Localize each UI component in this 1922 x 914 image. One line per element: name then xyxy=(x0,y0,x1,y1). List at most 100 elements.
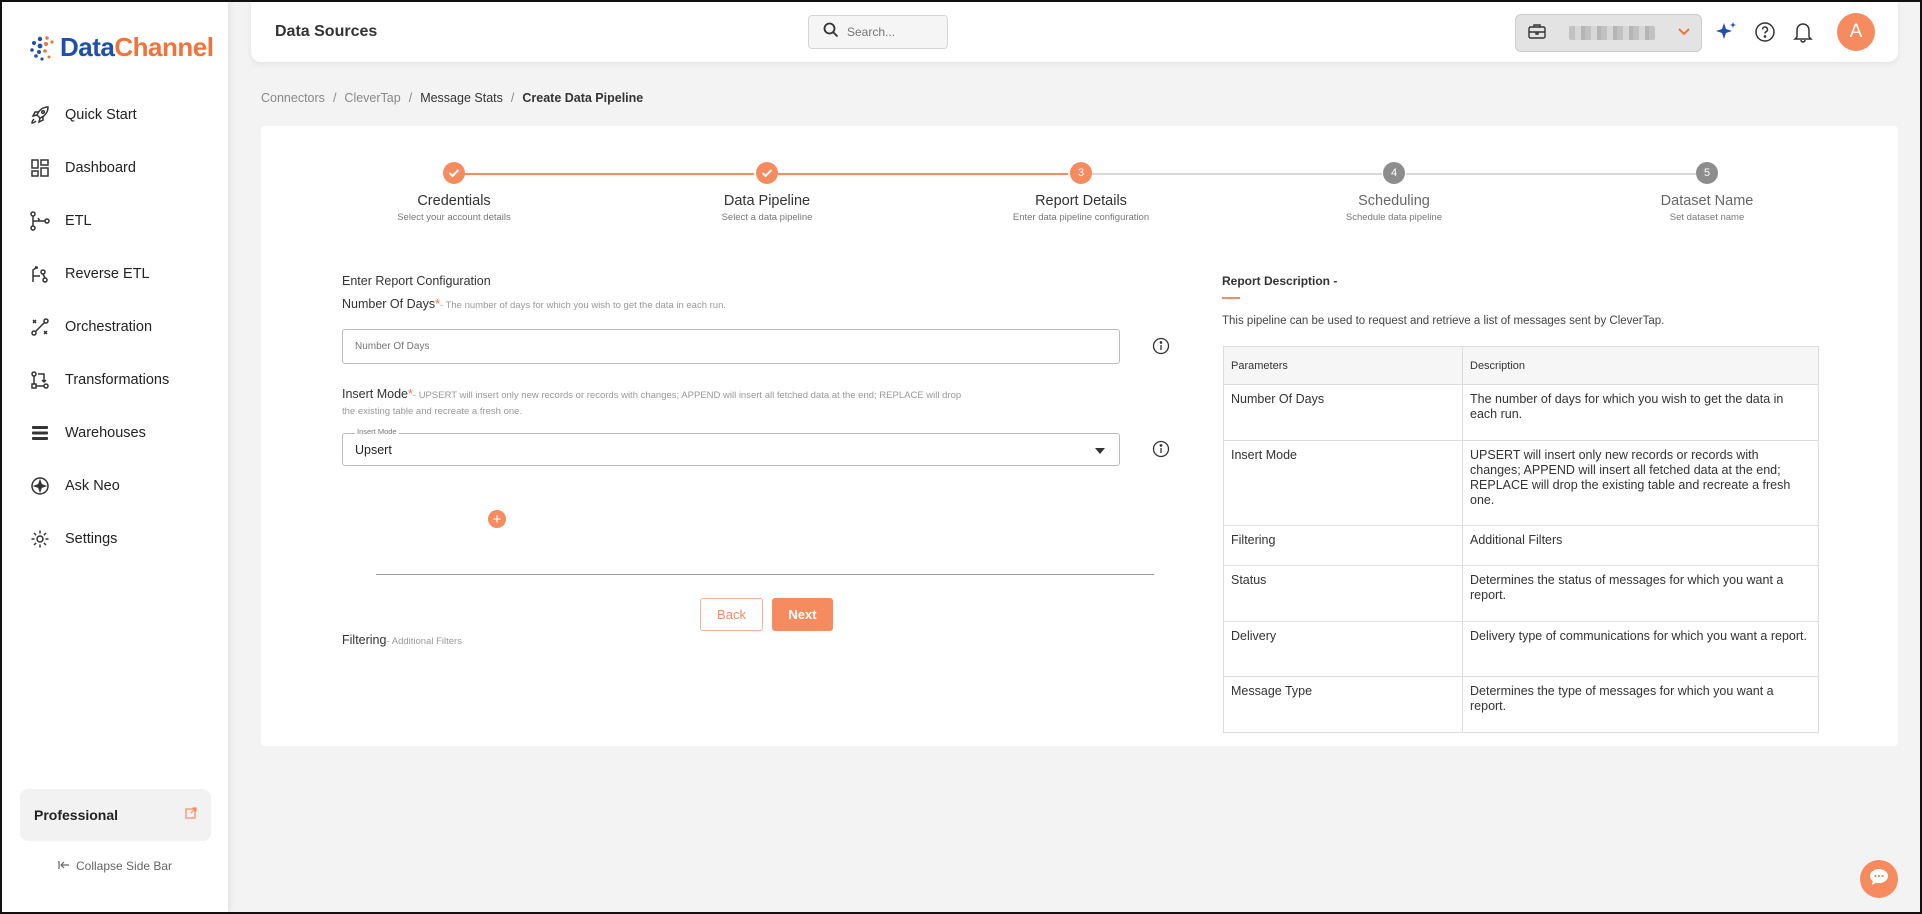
rocket-icon xyxy=(29,104,51,126)
organization-name-redacted xyxy=(1568,26,1655,40)
back-button[interactable]: Back xyxy=(700,598,763,631)
sidebar-item-warehouses[interactable]: Warehouses xyxy=(2,406,228,459)
ai-sparkle-icon[interactable] xyxy=(1714,20,1738,44)
sidebar-item-dashboard[interactable]: Dashboard xyxy=(2,141,228,194)
breadcrumb-clevertap[interactable]: CleverTap xyxy=(344,91,400,105)
report-description: Report Description - This pipeline can b… xyxy=(1222,274,1819,733)
organization-select[interactable] xyxy=(1515,14,1702,52)
param-name: Delivery xyxy=(1223,621,1463,677)
breadcrumb-separator: / xyxy=(510,91,515,105)
step-subtitle: Select a data pipeline xyxy=(721,212,813,223)
step-subtitle: Select your account details xyxy=(397,212,511,223)
step-scheduling: 4 Scheduling Schedule data pipeline xyxy=(1294,162,1494,223)
user-avatar[interactable]: A xyxy=(1837,13,1875,51)
next-button[interactable]: Next xyxy=(772,598,833,631)
step-title: Dataset Name xyxy=(1660,193,1754,209)
sidebar-item-etl[interactable]: ETL xyxy=(2,194,228,247)
bell-icon[interactable] xyxy=(1791,20,1815,44)
sidebar-item-label: Dashboard xyxy=(65,159,136,176)
transformations-icon xyxy=(29,369,51,391)
insert-mode-legend: Insert Mode xyxy=(355,427,399,436)
search-box[interactable] xyxy=(808,15,948,49)
column-header: Parameters xyxy=(1223,346,1463,385)
help-icon[interactable] xyxy=(1753,20,1777,44)
warehouses-icon xyxy=(29,422,51,444)
gear-icon xyxy=(29,528,51,550)
sidebar-item-settings[interactable]: Settings xyxy=(2,512,228,565)
param-description: Determines the type of messages for whic… xyxy=(1462,676,1819,733)
filtering-label: Filtering- Additional Filters xyxy=(342,633,462,647)
sidebar-item-label: Settings xyxy=(65,530,118,547)
breadcrumb-current: Create Data Pipeline xyxy=(522,91,644,105)
collapse-arrow-icon xyxy=(58,859,70,873)
sidebar-item-reverse-etl[interactable]: Reverse ETL xyxy=(2,247,228,300)
report-description-text: This pipeline can be used to request and… xyxy=(1222,315,1665,327)
check-icon xyxy=(443,162,465,184)
param-name: Message Type xyxy=(1223,676,1463,733)
sidebar-item-label: Ask Neo xyxy=(65,477,120,494)
brand-name: DataChannel xyxy=(60,32,214,62)
sidebar-item-ask-neo[interactable]: Ask Neo xyxy=(2,459,228,512)
step-dataset-name: 5 Dataset Name Set dataset name xyxy=(1607,162,1807,223)
column-header: Description xyxy=(1462,346,1819,385)
orchestration-icon xyxy=(29,316,51,338)
sidebar-item-label: ETL xyxy=(65,212,92,229)
dashboard-icon xyxy=(29,157,51,179)
sidebar: DataChannel Quick Start Dashboard ETL Re… xyxy=(2,2,228,912)
sidebar-item-quick-start[interactable]: Quick Start xyxy=(2,88,228,141)
breadcrumb-separator: / xyxy=(408,91,413,105)
step-data-pipeline: Data Pipeline Select a data pipeline xyxy=(667,162,867,223)
param-name: Insert Mode xyxy=(1223,440,1463,526)
param-name: Number Of Days xyxy=(1223,384,1463,441)
external-link-icon[interactable] xyxy=(185,806,197,824)
insert-mode-label: Insert Mode*- UPSERT will insert only ne… xyxy=(342,387,962,417)
param-description: Determines the status of messages for wh… xyxy=(1462,565,1819,622)
breadcrumb-separator: / xyxy=(332,91,337,105)
breadcrumb-connectors[interactable]: Connectors xyxy=(261,91,325,105)
step-credentials: Credentials Select your account details xyxy=(354,162,554,223)
step-title: Scheduling xyxy=(1358,193,1430,209)
breadcrumb-message-stats[interactable]: Message Stats xyxy=(420,91,503,105)
param-name: Filtering xyxy=(1223,525,1463,566)
sidebar-item-transformations[interactable]: Transformations xyxy=(2,353,228,406)
number-of-days-field[interactable] xyxy=(342,329,1120,364)
info-icon[interactable] xyxy=(1151,439,1171,459)
sidebar-item-label: Quick Start xyxy=(65,106,137,123)
step-title: Credentials xyxy=(417,193,491,209)
insert-mode-select[interactable]: Insert Mode Upsert xyxy=(342,427,1120,466)
top-header: Data Sources A xyxy=(251,2,1898,62)
table-row: Insert Mode UPSERT will insert only new … xyxy=(1223,440,1819,526)
chevron-down-icon xyxy=(1677,24,1691,42)
step-number: 5 xyxy=(1696,162,1718,184)
brand-logo[interactable]: DataChannel xyxy=(28,32,214,63)
param-description: Delivery type of communications for whic… xyxy=(1462,621,1819,677)
plan-box[interactable]: Professional xyxy=(20,789,211,841)
step-subtitle: Set dataset name xyxy=(1669,212,1745,223)
collapse-sidebar-button[interactable]: Collapse Side Bar xyxy=(58,859,172,873)
step-subtitle: Enter data pipeline configuration xyxy=(1012,212,1150,223)
dropdown-arrow-icon xyxy=(1095,443,1105,457)
collapse-label: Collapse Side Bar xyxy=(76,859,173,873)
param-name: Status xyxy=(1223,565,1463,622)
datachannel-logo-icon xyxy=(28,33,58,63)
number-of-days-label: Number Of Days*- The number of days for … xyxy=(342,297,727,311)
sidebar-item-label: Reverse ETL xyxy=(65,265,150,282)
table-row: Message Type Determines the type of mess… xyxy=(1223,676,1819,733)
param-description: The number of days for which you wish to… xyxy=(1462,384,1819,441)
reverse-etl-icon xyxy=(29,263,51,285)
param-description: Additional Filters xyxy=(1462,525,1819,566)
report-description-title: Report Description - xyxy=(1222,274,1338,288)
add-filter-button[interactable]: + xyxy=(488,510,506,528)
sidebar-item-label: Orchestration xyxy=(65,318,153,335)
info-icon[interactable] xyxy=(1151,336,1171,356)
sidebar-item-orchestration[interactable]: Orchestration xyxy=(2,300,228,353)
number-of-days-input[interactable] xyxy=(355,341,1119,352)
table-row: Delivery Delivery type of communications… xyxy=(1223,621,1819,677)
step-title: Report Details xyxy=(1035,193,1127,209)
form-section-title: Enter Report Configuration xyxy=(342,274,491,288)
chat-support-button[interactable] xyxy=(1860,860,1898,898)
insert-mode-value: Upsert xyxy=(355,442,392,457)
etl-icon xyxy=(29,210,51,232)
search-input[interactable] xyxy=(847,25,927,39)
sidebar-item-label: Warehouses xyxy=(65,424,146,441)
